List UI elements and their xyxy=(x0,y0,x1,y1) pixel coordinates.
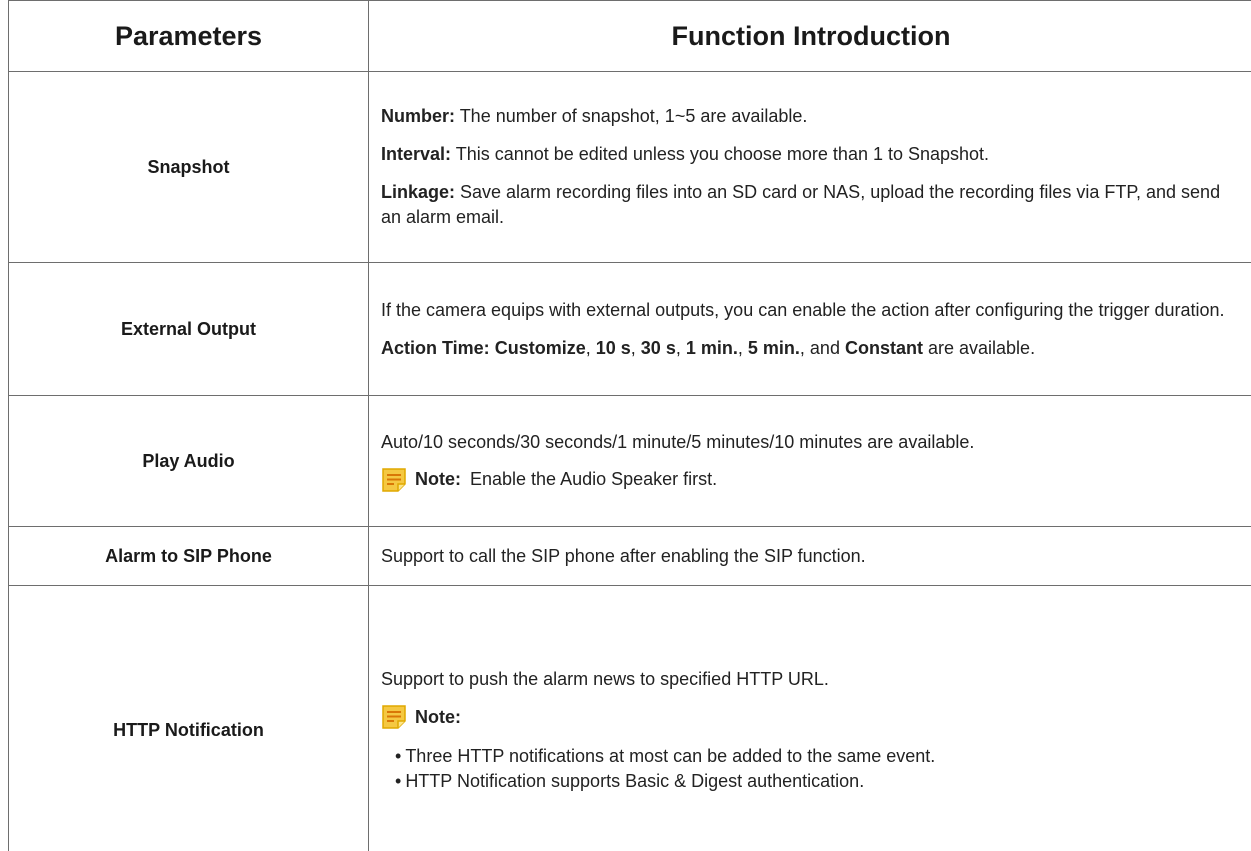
desc-http-notification: Support to push the alarm news to specif… xyxy=(368,585,1251,851)
snapshot-number-text: The number of snapshot, 1~5 are availabl… xyxy=(455,106,808,126)
action-and-word: and xyxy=(809,337,840,358)
snapshot-number-label: Number: xyxy=(381,106,456,126)
http-notification-note-label: Note: xyxy=(415,706,461,727)
table-row-external-output: External Output If the camera equips wit… xyxy=(8,262,1251,396)
play-audio-note-text: Enable the Audio Speaker first. xyxy=(470,469,718,489)
external-output-intro: If the camera equips with external outpu… xyxy=(381,299,1225,320)
action-option-1min: 1 min. xyxy=(685,337,738,358)
table-row-alarm-to-sip-phone: Alarm to SIP Phone Support to call the S… xyxy=(8,526,1251,586)
param-external-output: External Output xyxy=(8,262,369,396)
table-row-play-audio: Play Audio Auto/10 seconds/30 seconds/1 … xyxy=(8,395,1251,527)
play-audio-note: Note: Enable the Audio Speaker first. xyxy=(381,467,1243,493)
http-notification-note: Note: xyxy=(381,704,1243,730)
param-http-notification: HTTP Notification xyxy=(8,585,369,851)
desc-snapshot: Number: The number of snapshot, 1~5 are … xyxy=(368,71,1251,263)
param-snapshot: Snapshot xyxy=(8,71,369,263)
action-time-label: Action Time: xyxy=(381,337,490,358)
note-icon xyxy=(381,704,407,730)
external-output-action-line: Action Time: Customize, 10 s, 30 s, 1 mi… xyxy=(381,337,1036,358)
param-play-audio: Play Audio xyxy=(8,395,369,527)
desc-alarm-to-sip-phone: Support to call the SIP phone after enab… xyxy=(368,526,1251,586)
play-audio-text: Auto/10 seconds/30 seconds/1 minute/5 mi… xyxy=(381,431,975,452)
parameters-table: Parameters Function Introduction Snapsho… xyxy=(8,0,1251,851)
parameters-table-container: Parameters Function Introduction Snapsho… xyxy=(8,0,1251,851)
http-notification-text: Support to push the alarm news to specif… xyxy=(381,669,829,689)
table-header-row: Parameters Function Introduction xyxy=(8,0,1251,72)
action-suffix: are available. xyxy=(928,337,1036,358)
snapshot-interval-line: Interval: This cannot be edited unless y… xyxy=(381,142,1243,167)
snapshot-linkage-label: Linkage: xyxy=(381,182,456,202)
table-row-snapshot: Snapshot Number: The number of snapshot,… xyxy=(8,71,1251,263)
action-option-customize: Customize xyxy=(494,337,586,358)
desc-play-audio: Auto/10 seconds/30 seconds/1 minute/5 mi… xyxy=(368,395,1251,527)
http-notification-bullet-list: • Three HTTP notifications at most can be… xyxy=(381,744,1243,794)
list-item: • HTTP Notification supports Basic & Dige… xyxy=(395,771,865,791)
bullet-text: Three HTTP notifications at most can be … xyxy=(405,746,936,766)
snapshot-linkage-line: Linkage: Save alarm recording files into… xyxy=(381,180,1243,230)
list-item: • Three HTTP notifications at most can be… xyxy=(395,746,936,766)
desc-external-output: If the camera equips with external outpu… xyxy=(368,262,1251,396)
action-option-constant: Constant xyxy=(844,337,923,358)
action-option-10s: 10 s xyxy=(595,337,631,358)
header-parameters: Parameters xyxy=(8,0,369,72)
action-option-5min: 5 min. xyxy=(747,337,800,358)
bullet-text: HTTP Notification supports Basic & Diges… xyxy=(405,771,865,791)
play-audio-note-label: Note: xyxy=(415,469,461,489)
snapshot-linkage-text: Save alarm recording files into an SD ca… xyxy=(381,182,1221,227)
table-row-http-notification: HTTP Notification Support to push the al… xyxy=(8,585,1251,851)
param-alarm-to-sip-phone: Alarm to SIP Phone xyxy=(8,526,369,586)
note-icon xyxy=(381,467,407,493)
snapshot-number-line: Number: The number of snapshot, 1~5 are … xyxy=(381,104,1243,129)
snapshot-interval-label: Interval: xyxy=(381,144,452,164)
header-function-introduction: Function Introduction xyxy=(368,0,1251,72)
action-option-30s: 30 s xyxy=(640,337,676,358)
snapshot-interval-text: This cannot be edited unless you choose … xyxy=(451,144,990,164)
sip-phone-text: Support to call the SIP phone after enab… xyxy=(381,545,866,566)
